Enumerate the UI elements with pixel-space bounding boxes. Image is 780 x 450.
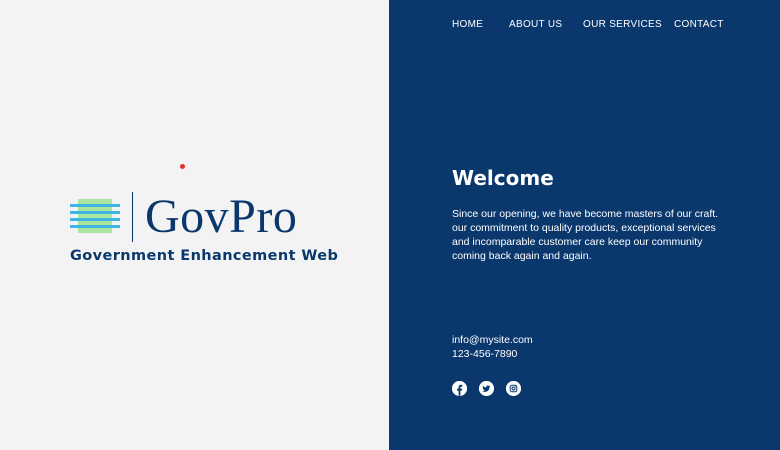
social-links — [452, 381, 521, 396]
nav-about-us[interactable]: ABOUT US — [509, 19, 562, 30]
contact-phone: 123-456-7890 — [452, 348, 518, 360]
nav-our-services[interactable]: OUR SERVICES — [583, 19, 662, 30]
red-dot — [180, 164, 185, 169]
twitter-icon[interactable] — [479, 381, 494, 396]
facebook-icon[interactable] — [452, 381, 467, 396]
welcome-title: Welcome — [452, 166, 554, 190]
logo-divider — [132, 192, 133, 242]
logo-wordmark: GovPro — [145, 190, 298, 243]
right-panel: HOME ABOUT US OUR SERVICES CONTACT Welco… — [389, 0, 780, 450]
welcome-body: Since our opening, we have become master… — [452, 208, 719, 262]
instagram-icon[interactable] — [506, 381, 521, 396]
left-panel: GovPro Government Enhancement Web — [0, 0, 389, 450]
tagline: Government Enhancement Web — [70, 248, 339, 264]
contact-email[interactable]: info@mysite.com — [452, 334, 533, 346]
nav-contact[interactable]: CONTACT — [674, 19, 724, 30]
nav-home[interactable]: HOME — [452, 19, 483, 30]
stacked-lines-logo-icon — [70, 199, 120, 233]
